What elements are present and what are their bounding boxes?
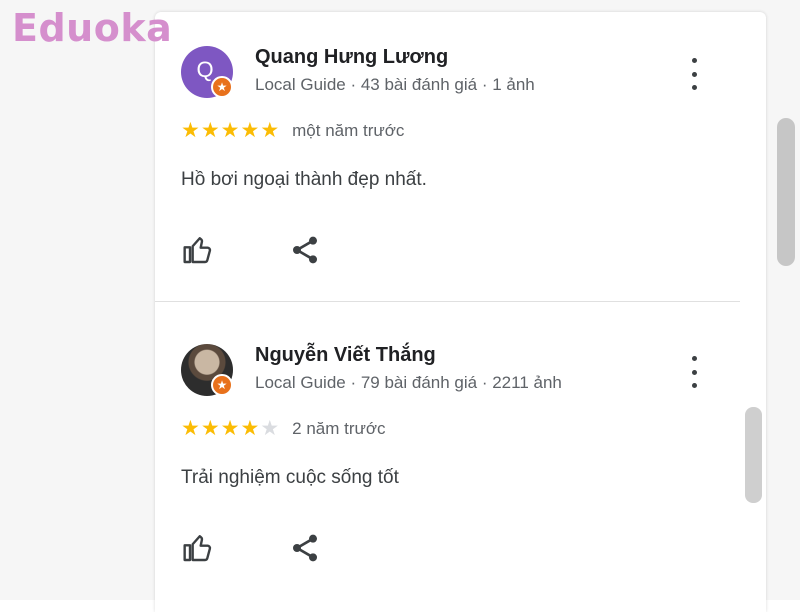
reviewer-meta: Local Guide · 43 bài đánh giá · 1 ảnh xyxy=(255,75,535,94)
reviewer-name[interactable]: Nguyễn Viết Thắng xyxy=(255,344,436,367)
rating-row: ★ ★ ★ ★ ★ 2 năm trước xyxy=(181,418,386,439)
reviews-panel: Q ★ Quang Hưng Lương Local Guide · 43 bà… xyxy=(155,12,766,612)
thumbs-up-icon[interactable] xyxy=(181,532,215,564)
star-icon: ★ xyxy=(200,417,220,440)
panel-scrollbar-thumb[interactable] xyxy=(745,407,762,503)
local-guide-star-icon: ★ xyxy=(211,76,233,98)
review-text: Hồ bơi ngoại thành đẹp nhất. xyxy=(181,169,427,190)
star-rating: ★ ★ ★ ★ ★ xyxy=(181,418,280,439)
star-icon: ★ xyxy=(181,119,200,142)
local-guide-star-icon: ★ xyxy=(211,374,233,396)
reviewer-meta: Local Guide · 79 bài đánh giá · 2211 ảnh xyxy=(255,373,562,392)
brand-logo: Eduoka xyxy=(12,6,173,50)
share-icon[interactable] xyxy=(289,532,321,564)
star-icon: ★ xyxy=(181,417,200,440)
review-card: Q ★ Quang Hưng Lương Local Guide · 43 bà… xyxy=(155,12,740,292)
review-date: 2 năm trước xyxy=(292,418,386,438)
star-icon: ★ xyxy=(240,119,260,142)
rating-row: ★ ★ ★ ★ ★ một năm trước xyxy=(181,120,404,141)
more-vert-icon[interactable] xyxy=(679,354,709,390)
star-icon: ★ xyxy=(260,119,280,142)
page-scrollbar-thumb[interactable] xyxy=(777,118,795,266)
review-text: Trải nghiệm cuộc sống tốt xyxy=(181,467,399,488)
star-rating: ★ ★ ★ ★ ★ xyxy=(181,120,280,141)
star-icon: ★ xyxy=(240,417,260,440)
more-vert-icon[interactable] xyxy=(679,56,709,92)
star-icon: ★ xyxy=(220,119,240,142)
avatar-letter: Q xyxy=(196,57,214,82)
review-card: ★ Nguyễn Viết Thắng Local Guide · 79 bài… xyxy=(155,310,740,590)
share-icon[interactable] xyxy=(289,234,321,266)
thumbs-up-icon[interactable] xyxy=(181,234,215,266)
star-icon: ★ xyxy=(220,417,240,440)
star-icon: ★ xyxy=(200,119,220,142)
review-date: một năm trước xyxy=(292,120,405,140)
divider xyxy=(155,301,740,302)
star-empty-icon: ★ xyxy=(260,417,280,440)
reviewer-name[interactable]: Quang Hưng Lương xyxy=(255,46,448,69)
